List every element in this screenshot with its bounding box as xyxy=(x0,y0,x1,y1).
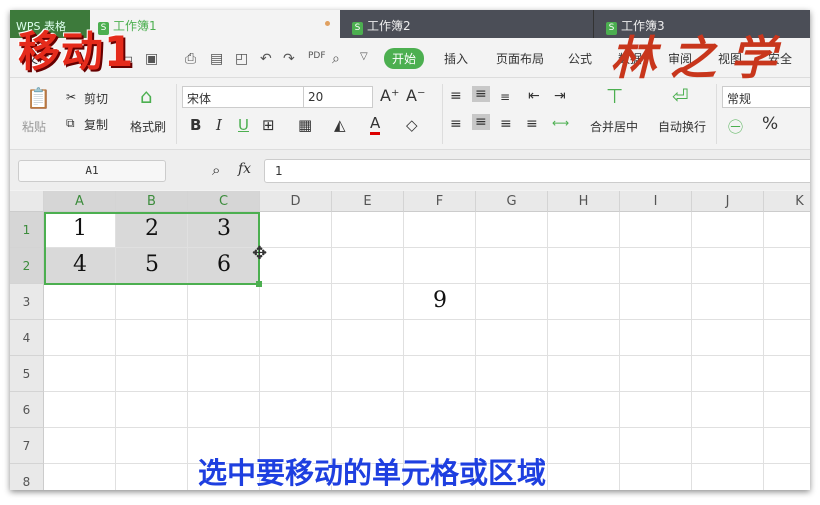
paste-button[interactable]: 粘贴 xyxy=(22,118,46,135)
copy-button[interactable]: 复制 xyxy=(84,116,108,133)
percent-button[interactable]: % xyxy=(762,114,778,134)
distributed-icon[interactable]: ⟷ xyxy=(552,116,569,130)
cut-icon[interactable]: ✂ xyxy=(66,90,76,104)
increase-font-icon[interactable]: A⁺ xyxy=(380,86,399,105)
column-header-B[interactable]: B xyxy=(116,191,188,212)
fx-button[interactable]: fx xyxy=(238,161,251,177)
column-header-H[interactable]: H xyxy=(548,191,620,212)
fill-handle[interactable] xyxy=(256,281,262,287)
column-header-K[interactable]: K xyxy=(764,191,810,212)
menu-insert[interactable]: 插入 xyxy=(444,50,468,67)
decrease-indent-icon[interactable]: ⇤ xyxy=(528,88,540,104)
font-name-select[interactable]: 宋体 xyxy=(182,86,304,108)
underline-button[interactable]: U xyxy=(238,116,249,134)
format-painter-icon[interactable]: ⌂ xyxy=(140,84,153,108)
zoom-formula-icon[interactable]: ⌕ xyxy=(212,161,220,179)
currency-icon[interactable]: ㊀ xyxy=(728,116,743,137)
border-icon[interactable]: ⊞ xyxy=(262,116,275,134)
redo-icon[interactable]: ↷ xyxy=(283,51,295,67)
menu-page-layout[interactable]: 页面布局 xyxy=(496,50,544,67)
caption: 选中要移动的单元格或区域 xyxy=(198,456,547,490)
increase-indent-icon[interactable]: ⇥ xyxy=(554,88,566,104)
align-bottom-icon[interactable]: ≡ xyxy=(500,90,510,104)
tab-label: 工作簿2 xyxy=(367,19,411,33)
row-header-2[interactable]: 2 xyxy=(10,248,44,284)
formula-input[interactable]: 1 xyxy=(264,159,810,183)
sheet-icon: S xyxy=(352,22,363,35)
align-right-icon[interactable]: ≡ xyxy=(500,116,512,132)
bold-button[interactable]: B xyxy=(190,116,201,134)
align-middle-icon[interactable]: ≡ xyxy=(472,86,490,102)
paste-icon[interactable]: 📋 xyxy=(26,86,51,110)
column-header-I[interactable]: I xyxy=(620,191,692,212)
row-header-5[interactable]: 5 xyxy=(10,356,44,392)
font-size-select[interactable]: 20 xyxy=(303,86,373,108)
column-header-D[interactable]: D xyxy=(260,191,332,212)
row-header-8[interactable]: 8 xyxy=(10,464,44,490)
select-all-corner[interactable] xyxy=(10,191,44,212)
number-format-select[interactable]: 常规 xyxy=(722,86,810,108)
merge-center-button[interactable]: 合并居中 xyxy=(590,118,638,135)
column-header-G[interactable]: G xyxy=(476,191,548,212)
row-header-6[interactable]: 6 xyxy=(10,392,44,428)
menu-home[interactable]: 开始 xyxy=(384,48,425,69)
unsaved-dot-icon xyxy=(325,21,330,26)
column-header-J[interactable]: J xyxy=(692,191,764,212)
search-icon[interactable]: ⌕ xyxy=(332,51,340,67)
brand-logo: 林之学 xyxy=(610,31,790,85)
wrap-text-button[interactable]: 自动换行 xyxy=(658,118,706,135)
row-header-7[interactable]: 7 xyxy=(10,428,44,464)
row-header-1[interactable]: 1 xyxy=(10,212,44,248)
print-preview-icon[interactable]: ▤ xyxy=(210,51,223,67)
undo-icon[interactable]: ↶ xyxy=(260,51,272,67)
pdf-icon[interactable]: PDF xyxy=(308,51,326,61)
format-painter-button[interactable]: 格式刷 xyxy=(130,118,166,135)
decrease-font-icon[interactable]: A⁻ xyxy=(406,86,425,105)
menu-formulas[interactable]: 公式 xyxy=(568,50,592,67)
cell-F3[interactable]: 9 xyxy=(404,284,476,320)
preview-icon[interactable]: ◰ xyxy=(235,51,248,67)
fill-color-icon[interactable]: ◭ xyxy=(334,116,346,134)
font-color-icon[interactable]: A xyxy=(370,114,381,135)
ribbon: 📋 粘贴 ✂ 剪切 ⧉ 复制 ⌂ 格式刷 宋体 20 A⁺ A⁻ B I U ⊞… xyxy=(10,78,810,150)
align-left-icon[interactable]: ≡ xyxy=(450,116,462,132)
move-cursor-icon: ✥ xyxy=(252,243,268,264)
more-dropdown-icon[interactable]: ▽ xyxy=(360,51,368,62)
column-header-C[interactable]: C xyxy=(188,191,260,212)
name-box[interactable]: A1 xyxy=(18,160,166,182)
spreadsheet-window: WPS 表格 S 工作簿1 S 工作簿2 S 工作簿3 文件 ▭ ▣ ⎙ ▤ ◰ ↶ … xyxy=(10,10,810,490)
selection-range xyxy=(44,212,260,285)
sheet-grid[interactable]: A B C D E F G H I J K 1 2 3 4 5 6 7 8 1 2 3 4 5 6 9 ✥ xyxy=(10,191,810,490)
save-icon[interactable]: ▣ xyxy=(145,51,158,67)
fill-pattern-icon[interactable]: ▦ xyxy=(298,116,312,134)
align-top-icon[interactable]: ≡ xyxy=(450,88,462,104)
column-header-A[interactable]: A xyxy=(44,191,116,212)
row-header-3[interactable]: 3 xyxy=(10,284,44,320)
column-header-E[interactable]: E xyxy=(332,191,404,212)
video-title: 移动1 xyxy=(18,27,135,76)
cut-button[interactable]: 剪切 xyxy=(84,90,108,107)
tab-workbook2[interactable]: S 工作簿2 xyxy=(344,10,594,38)
italic-button[interactable]: I xyxy=(216,116,222,134)
column-header-F[interactable]: F xyxy=(404,191,476,212)
copy-icon[interactable]: ⧉ xyxy=(66,116,75,131)
print-icon[interactable]: ⎙ xyxy=(185,51,196,67)
row-header-4[interactable]: 4 xyxy=(10,320,44,356)
justify-icon[interactable]: ≡ xyxy=(526,116,538,132)
clear-icon[interactable]: ◇ xyxy=(406,116,418,134)
align-center-icon[interactable]: ≡ xyxy=(472,114,490,130)
formula-bar: A1 ⌕ fx 1 xyxy=(10,150,810,190)
